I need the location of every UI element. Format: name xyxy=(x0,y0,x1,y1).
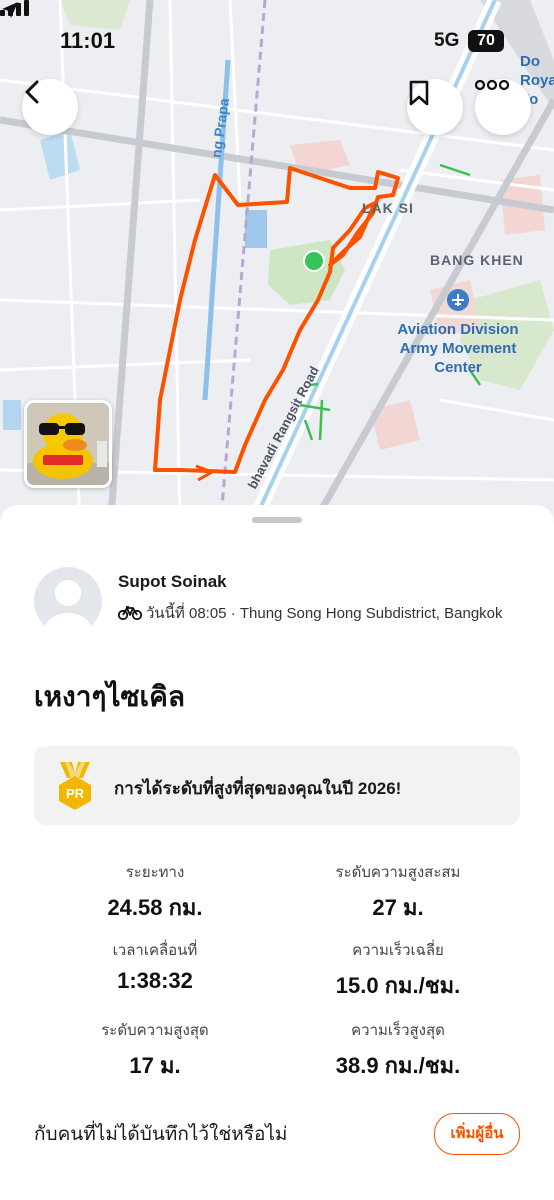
pr-badge-text: PR xyxy=(66,786,85,801)
back-button[interactable] xyxy=(22,79,78,135)
stat-avg-speed: ความเร็วเฉลี่ย 15.0 กม./ชม. xyxy=(278,938,518,1003)
chevron-left-icon xyxy=(25,80,39,104)
battery-level: 70 xyxy=(477,32,495,49)
activity-meta: วันนี้ที่ 08:05 · Thung Song Hong Subdis… xyxy=(118,601,503,625)
stat-value: 15.0 กม./ชม. xyxy=(335,973,461,998)
battery-icon: 70 xyxy=(468,30,504,52)
map-label-lak-si: LAK SI xyxy=(362,200,414,216)
more-dots-icon xyxy=(475,79,509,91)
activity-details-sheet: Supot Soinak วันนี้ที่ 08:05 · Thung Son… xyxy=(0,505,554,1200)
status-bar: 11:01 5G 70 xyxy=(0,0,554,80)
stat-elevation-gain: ระดับความสูงสะสม 27 ม. xyxy=(278,860,518,925)
avatar[interactable] xyxy=(34,567,102,635)
stat-value: 24.58 กม. xyxy=(107,895,203,920)
activity-date-location: วันนี้ที่ 08:05 · Thung Song Hong Subdis… xyxy=(146,605,503,622)
stat-label: ความเร็วเฉลี่ย xyxy=(352,942,444,959)
tag-others-prompt: กับคนที่ไม่ได้บันทึกไว้ใช่หรือไม่ xyxy=(34,1124,288,1145)
status-time: 11:01 xyxy=(60,28,116,53)
cellular-signal-icon xyxy=(0,0,29,16)
pr-banner-text: การได้ระดับที่สูงที่สุดของคุณในปี 2026! xyxy=(114,779,402,798)
stat-label: ความเร็วสูงสุด xyxy=(351,1022,445,1039)
activity-title: เหงาๆไซเคิล xyxy=(34,681,186,712)
more-options-button[interactable] xyxy=(475,79,531,135)
stat-label: ระยะทาง xyxy=(125,864,185,881)
stat-label: ระดับความสูงสะสม xyxy=(335,864,461,881)
duck-photo-image xyxy=(27,403,109,485)
pr-achievement-banner[interactable]: PR การได้ระดับที่สูงที่สุดของคุณในปี 202… xyxy=(34,746,520,825)
bookmark-button[interactable] xyxy=(407,79,463,135)
stat-value: 17 ม. xyxy=(129,1053,181,1078)
stat-moving-time: เวลาเคลื่อนที่ 1:38:32 xyxy=(35,938,275,994)
activity-photo-thumbnail[interactable] xyxy=(24,400,112,488)
athlete-name[interactable]: Supot Soinak xyxy=(118,572,227,592)
network-type: 5G xyxy=(434,30,460,51)
pr-medal-icon: PR xyxy=(59,762,91,810)
stat-label: ระดับความสูงสุด xyxy=(101,1022,209,1039)
stat-value: 1:38:32 xyxy=(117,968,193,993)
stat-max-elevation: ระดับความสูงสุด 17 ม. xyxy=(35,1018,275,1083)
map-label-bang-khen: BANG KHEN xyxy=(430,252,524,268)
default-avatar-icon xyxy=(44,580,92,635)
stat-distance: ระยะทาง 24.58 กม. xyxy=(35,860,275,925)
stat-label: เวลาเคลื่อนที่ xyxy=(112,942,198,959)
stat-value: 38.9 กม./ชม. xyxy=(335,1053,461,1078)
bicycle-icon xyxy=(118,606,142,621)
bookmark-icon xyxy=(409,80,429,106)
sheet-drag-handle[interactable] xyxy=(252,517,302,523)
start-point-icon xyxy=(303,250,325,272)
stat-value: 27 ม. xyxy=(372,895,424,920)
stat-max-speed: ความเร็วสูงสุด 38.9 กม./ชม. xyxy=(278,1018,518,1083)
map-label-aviation-division: Aviation Division Army Movement Center xyxy=(397,321,519,376)
route-map[interactable]: LAK SI BANG KHEN bhavadi Rangsit Road ng… xyxy=(0,0,554,530)
add-others-button[interactable]: เพิ่มผู้อื่น xyxy=(434,1113,520,1155)
